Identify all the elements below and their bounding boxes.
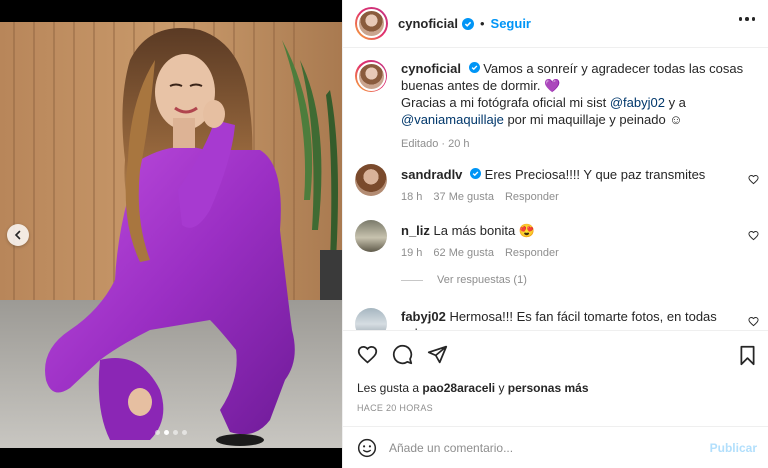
view-replies-label: Ver respuestas (1) [437,274,527,286]
verified-badge-icon [470,168,482,179]
post-actions: Les gusta a pao28araceli y personas más … [343,330,768,420]
carousel-previous-button[interactable] [7,224,29,246]
comment-input[interactable] [389,440,689,455]
photo-image [0,0,342,468]
header-separator: • [479,16,485,31]
comment-icon[interactable] [392,344,413,365]
post-details-panel: cynoficial • Seguir cynoficial Vamos a s… [342,0,768,468]
comment-item: sandradlv Eres Preciosa!!!! Y que paz tr… [355,164,731,206]
carousel-dot [155,430,160,435]
likes-summary: Les gusta a pao28araceli y personas más [357,381,589,395]
commenter-avatar[interactable] [355,220,387,252]
reply-button[interactable]: Responder [505,189,559,206]
caption-text-2: Gracias a mi fotógrafa oficial mi sist [401,95,607,110]
emoji-icon[interactable] [357,438,377,458]
replies-divider [401,279,423,281]
comment-text: La más bonita 😍 [433,223,535,238]
comment-time: 18 h [401,191,423,203]
likes-middle: y [498,381,505,395]
more-options-icon[interactable] [738,17,755,21]
mention-link[interactable]: @fabyj02 [610,95,665,110]
author-username[interactable]: cynoficial [398,16,458,31]
caption-avatar[interactable] [355,60,387,92]
comment-text: Hermosa!!! Es fan fácil tomarte fotos, e… [401,309,717,330]
heart-icon[interactable] [357,344,378,365]
reply-button[interactable]: Responder [505,245,559,262]
comment-composer: Publicar [343,426,768,468]
mention-link[interactable]: @vaniamaquillaje [401,112,504,127]
comment-likes-count[interactable]: 62 Me gusta [433,245,494,262]
verified-badge-icon [468,62,480,73]
author-avatar[interactable] [355,7,388,40]
post-caption: cynoficial Vamos a sonreír y agradecer t… [355,60,751,153]
liked-by-user[interactable]: pao28araceli [422,381,495,395]
likes-prefix: Les gusta a [357,381,420,395]
bookmark-icon[interactable] [738,345,757,371]
carousel-dot [173,430,178,435]
comment-username[interactable]: fabyj02 [401,309,446,324]
carousel-dot-active [164,430,169,435]
post-photo[interactable] [0,0,342,468]
share-icon[interactable] [427,344,448,365]
commenter-avatar[interactable] [355,308,387,330]
caption-text-3: y a [668,95,686,110]
chevron-left-icon [14,230,21,240]
caption-text-4: por mi maquillaje y peinado ☺ [507,112,683,127]
comment-username[interactable]: n_liz [401,223,430,238]
comment-item: n_liz La más bonita 😍 19 h 62 Me gusta R… [355,220,731,262]
purple-heart-emoji: 💜 [544,78,561,93]
comment-item: fabyj02 Hermosa!!! Es fan fácil tomarte … [355,308,731,330]
follow-button[interactable]: Seguir [491,16,531,31]
verified-badge-icon [461,17,474,30]
instagram-post-modal: cynoficial • Seguir cynoficial Vamos a s… [0,0,768,468]
heart-icon[interactable] [748,316,759,327]
commenter-avatar[interactable] [355,164,387,196]
carousel-indicator [0,430,342,435]
comment-time: 19 h [401,247,423,259]
caption-meta: Editado · 20 h [401,138,470,150]
heart-icon[interactable] [748,174,759,185]
publish-button[interactable]: Publicar [710,441,757,455]
heart-icon[interactable] [748,230,759,241]
comments-section[interactable]: cynoficial Vamos a sonreír y agradecer t… [343,48,768,330]
comment-username[interactable]: sandradlv [401,167,462,182]
comment-text: Eres Preciosa!!!! Y que paz transmites [484,167,706,182]
view-replies-button[interactable]: Ver respuestas (1) [401,274,527,286]
carousel-dot [182,430,187,435]
comment-likes-count[interactable]: 37 Me gusta [433,189,494,206]
post-timestamp: HACE 20 HORAS [357,403,433,413]
caption-username[interactable]: cynoficial [401,61,461,76]
post-header: cynoficial • Seguir [343,0,768,48]
others-likes-link[interactable]: personas más [508,381,589,395]
